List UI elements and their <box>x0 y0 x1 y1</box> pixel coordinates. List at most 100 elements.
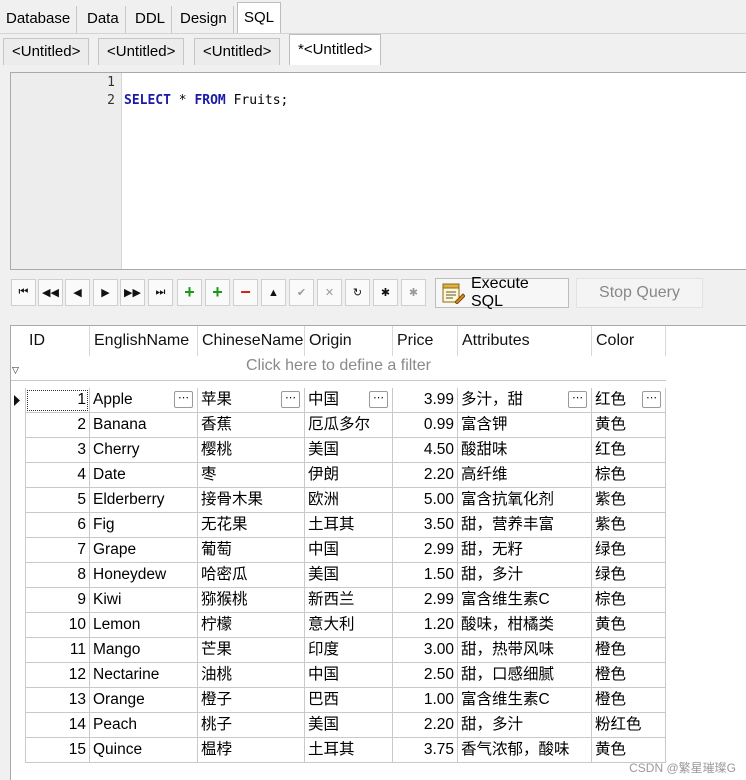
results-grid[interactable]: ID EnglishName ChineseName Origin Price … <box>10 325 746 780</box>
cell-attributes[interactable]: 高纤维 <box>458 463 592 488</box>
cell-chinesename[interactable]: 香蕉 <box>198 413 305 438</box>
table-row[interactable]: 11 Mango 芒果 印度 3.00 甜，热带风味 橙色 <box>25 638 666 663</box>
cell-color[interactable]: 紫色 <box>592 488 666 513</box>
last-record-button[interactable]: ⏭ <box>148 279 173 306</box>
cell-chinesename[interactable]: 猕猴桃 <box>198 588 305 613</box>
cell-price[interactable]: 2.99 <box>393 538 458 563</box>
cell-price[interactable]: 2.50 <box>393 663 458 688</box>
prior-record-button[interactable]: ◀ <box>65 279 90 306</box>
prior-page-button[interactable]: ◀◀ <box>38 279 63 306</box>
cell-ellipsis-button[interactable]: ⋯ <box>568 391 587 408</box>
cell-attributes[interactable]: 酸甜味 <box>458 438 592 463</box>
cell-attributes[interactable]: 富含抗氧化剂 <box>458 488 592 513</box>
cell-attributes[interactable]: 香气浓郁，酸味 <box>458 738 592 763</box>
insert-record-button[interactable]: + <box>177 279 202 306</box>
cell-price[interactable]: 1.50 <box>393 563 458 588</box>
table-row[interactable]: 7 Grape 葡萄 中国 2.99 甜，无籽 绿色 <box>25 538 666 563</box>
cell-price[interactable]: 2.99 <box>393 588 458 613</box>
cell-englishname[interactable]: Peach <box>90 713 198 738</box>
cell-id[interactable]: 8 <box>25 563 90 588</box>
cell-origin[interactable]: 伊朗 <box>305 463 393 488</box>
table-row[interactable]: 12 Nectarine 油桃 中国 2.50 甜，口感细腻 橙色 <box>25 663 666 688</box>
cell-color[interactable]: 紫色 <box>592 513 666 538</box>
cell-chinesename[interactable]: 榅桲 <box>198 738 305 763</box>
table-row[interactable]: 2 Banana 香蕉 厄瓜多尔 0.99 富含钾 黄色 <box>25 413 666 438</box>
cell-price[interactable]: 1.00 <box>393 688 458 713</box>
cell-attributes[interactable]: 甜，无籽 <box>458 538 592 563</box>
first-record-button[interactable]: ⏮ <box>11 279 36 306</box>
table-row[interactable]: 9 Kiwi 猕猴桃 新西兰 2.99 富含维生素C 棕色 <box>25 588 666 613</box>
cell-origin[interactable]: 美国 <box>305 438 393 463</box>
cell-color[interactable]: 绿色 <box>592 563 666 588</box>
cell-attributes[interactable]: 富含钾 <box>458 413 592 438</box>
cell-chinesename[interactable]: 葡萄 <box>198 538 305 563</box>
cell-id[interactable]: 14 <box>25 713 90 738</box>
cell-color[interactable]: 棕色 <box>592 588 666 613</box>
cell-attributes[interactable]: 甜，多汁 <box>458 563 592 588</box>
cell-englishname[interactable]: Mango <box>90 638 198 663</box>
cell-color[interactable]: 棕色 <box>592 463 666 488</box>
cell-attributes[interactable]: 甜，口感细腻 <box>458 663 592 688</box>
sql-editor[interactable]: 1 2 SELECT * FROM Fruits; <box>10 72 746 270</box>
tab-ddl[interactable]: DDL <box>129 6 173 33</box>
cell-origin[interactable]: 美国 <box>305 713 393 738</box>
cell-color[interactable]: 粉红色 <box>592 713 666 738</box>
cell-ellipsis-button[interactable]: ⋯ <box>642 391 661 408</box>
table-row[interactable]: 6 Fig 无花果 土耳其 3.50 甜，营养丰富 紫色 <box>25 513 666 538</box>
cell-id[interactable]: 11 <box>25 638 90 663</box>
table-row[interactable]: 3 Cherry 樱桃 美国 4.50 酸甜味 红色 <box>25 438 666 463</box>
insert-multiple-button[interactable]: + <box>205 279 230 306</box>
cell-color[interactable]: 橙色 <box>592 638 666 663</box>
cell-chinesename[interactable]: 柠檬 <box>198 613 305 638</box>
cell-chinesename[interactable]: 樱桃 <box>198 438 305 463</box>
cell-price[interactable]: 0.99 <box>393 413 458 438</box>
cell-englishname[interactable]: Grape <box>90 538 198 563</box>
tab-sql[interactable]: SQL <box>237 2 282 33</box>
cell-englishname[interactable]: Honeydew <box>90 563 198 588</box>
column-header-origin[interactable]: Origin <box>305 326 393 356</box>
cell-ellipsis-button[interactable]: ⋯ <box>281 391 300 408</box>
code-line[interactable]: SELECT * FROM Fruits; <box>124 93 288 108</box>
cell-chinesename[interactable]: 接骨木果 <box>198 488 305 513</box>
cell-chinesename[interactable]: 枣 <box>198 463 305 488</box>
table-row[interactable]: 10 Lemon 柠檬 意大利 1.20 酸味，柑橘类 黄色 <box>25 613 666 638</box>
cell-price[interactable]: 1.20 <box>393 613 458 638</box>
cell-id[interactable]: 7 <box>25 538 90 563</box>
tab-design[interactable]: Design <box>174 6 234 33</box>
cell-chinesename[interactable]: 芒果 <box>198 638 305 663</box>
cell-id[interactable]: 2 <box>25 413 90 438</box>
cell-price[interactable]: 3.99 <box>393 388 458 413</box>
cell-price[interactable]: 5.00 <box>393 488 458 513</box>
cell-chinesename[interactable]: 橙子 <box>198 688 305 713</box>
query-tab-4-active[interactable]: *<Untitled> <box>289 34 382 65</box>
cell-color[interactable]: 黄色 <box>592 413 666 438</box>
table-row[interactable]: 14 Peach 桃子 美国 2.20 甜，多汁 粉红色 <box>25 713 666 738</box>
next-record-button[interactable]: ▶ <box>93 279 118 306</box>
cell-attributes[interactable]: 甜，热带风味 <box>458 638 592 663</box>
cell-englishname[interactable]: Date <box>90 463 198 488</box>
cell-color[interactable]: 绿色 <box>592 538 666 563</box>
query-tab-3[interactable]: <Untitled> <box>194 38 281 65</box>
cell-id[interactable]: 4 <box>25 463 90 488</box>
cell-englishname[interactable]: Lemon <box>90 613 198 638</box>
cell-englishname[interactable]: Cherry <box>90 438 198 463</box>
column-header-color[interactable]: Color <box>592 326 666 356</box>
cell-attributes[interactable]: 酸味，柑橘类 <box>458 613 592 638</box>
cell-origin[interactable]: 意大利 <box>305 613 393 638</box>
tab-data[interactable]: Data <box>81 6 126 33</box>
cell-englishname[interactable]: Orange <box>90 688 198 713</box>
cell-chinesename[interactable]: 哈密瓜 <box>198 563 305 588</box>
cell-origin[interactable]: 中国 <box>305 538 393 563</box>
cell-color[interactable]: 橙色 <box>592 688 666 713</box>
cell-origin[interactable]: 土耳其 <box>305 738 393 763</box>
cell-ellipsis-button[interactable]: ⋯ <box>369 391 388 408</box>
cell-attributes[interactable]: 富含维生素C <box>458 588 592 613</box>
cell-id[interactable]: 13 <box>25 688 90 713</box>
cell-id[interactable]: 3 <box>25 438 90 463</box>
cell-color[interactable]: 橙色 <box>592 663 666 688</box>
cell-id[interactable]: 9 <box>25 588 90 613</box>
table-row[interactable]: 13 Orange 橙子 巴西 1.00 富含维生素C 橙色 <box>25 688 666 713</box>
query-tab-2[interactable]: <Untitled> <box>98 38 185 65</box>
cell-price[interactable]: 2.20 <box>393 463 458 488</box>
tab-database[interactable]: Database <box>0 6 78 33</box>
